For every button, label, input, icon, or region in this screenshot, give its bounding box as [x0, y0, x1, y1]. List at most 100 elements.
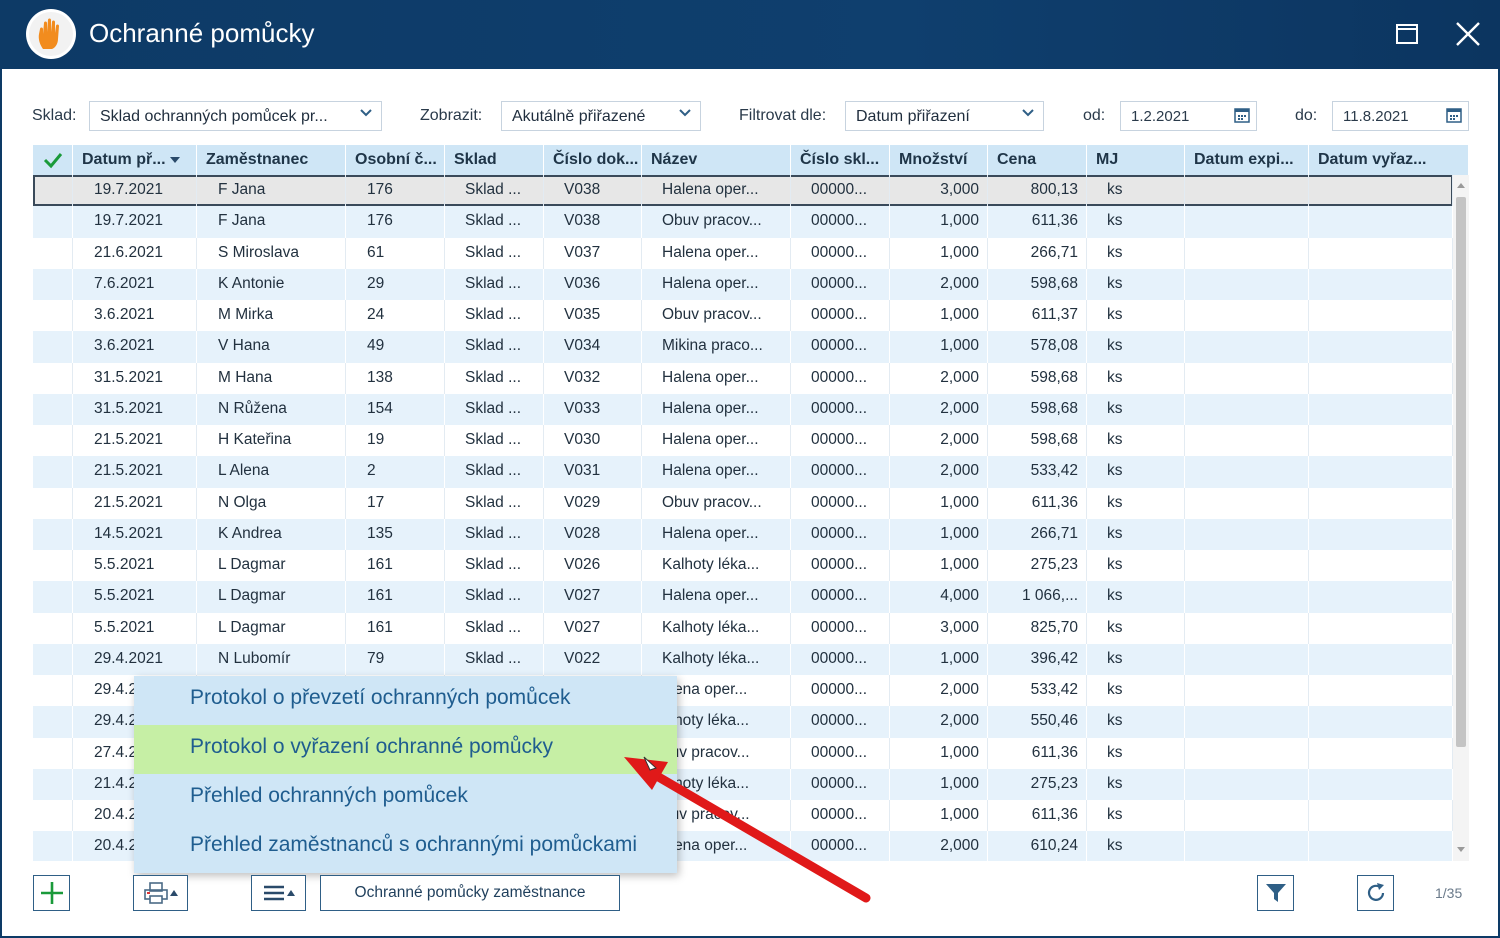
table-cell: [1309, 237, 1453, 269]
sklad-select[interactable]: Sklad ochranných pomůcek pr...: [89, 101, 382, 131]
column-header-cislo-dokladu[interactable]: Číslo dok...: [544, 145, 642, 175]
filtrovat-select[interactable]: Datum přiřazení: [845, 101, 1044, 131]
column-header-mj[interactable]: MJ: [1087, 145, 1185, 175]
more-menu-button[interactable]: [251, 875, 306, 911]
row-selector[interactable]: [33, 831, 73, 861]
close-icon[interactable]: [1452, 18, 1484, 50]
calendar-icon[interactable]: [1234, 107, 1250, 127]
row-selector[interactable]: [33, 518, 73, 550]
table-cell: 61: [346, 237, 445, 269]
table-row[interactable]: 31.5.2021 M Hana 138 Sklad ... V032 Halena op…: [33, 362, 1453, 394]
table-row[interactable]: 3.6.2021 M Mirka 24 Sklad ... V035 Obuv praco…: [33, 300, 1453, 332]
row-selector[interactable]: [33, 706, 73, 738]
table-cell: [1185, 550, 1309, 582]
menu-item-prehled-zamestnancu[interactable]: Přehled zaměstnanců s ochrannými pomůcka…: [134, 823, 677, 872]
scroll-up-icon[interactable]: [1457, 183, 1465, 189]
table-row[interactable]: 29.4.2021 N Lubomír 79 Sklad ... V022 Kalhoty…: [33, 643, 1453, 675]
table-cell: 2,000: [890, 675, 988, 707]
chevron-up-icon: [169, 890, 178, 896]
table-cell: V032: [544, 362, 642, 394]
select-all-check-icon[interactable]: [33, 145, 73, 175]
row-selector[interactable]: [33, 175, 73, 207]
row-selector[interactable]: [33, 237, 73, 269]
table-row[interactable]: 5.5.2021 L Dagmar 161 Sklad ... V027 Kalhoty …: [33, 612, 1453, 644]
table-row[interactable]: 21.6.2021 S Miroslava 61 Sklad ... V037 Halen…: [33, 237, 1453, 269]
row-selector[interactable]: [33, 362, 73, 394]
table-cell: 1,000: [890, 331, 988, 363]
refresh-button[interactable]: [1357, 875, 1394, 911]
table-cell: 21.5.2021: [73, 456, 197, 488]
row-selector[interactable]: [33, 206, 73, 238]
table-row[interactable]: 14.5.2021 K Andrea 135 Sklad ... V028 Halena …: [33, 518, 1453, 550]
od-date-field[interactable]: 1.2.2021: [1120, 101, 1257, 131]
employee-protective-aids-button[interactable]: Ochranné pomůcky zaměstnance: [320, 875, 620, 911]
filter-button[interactable]: [1257, 875, 1294, 911]
print-menu-button[interactable]: [133, 875, 188, 911]
vertical-scrollbar[interactable]: [1453, 175, 1469, 861]
row-selector[interactable]: [33, 487, 73, 519]
row-selector[interactable]: [33, 393, 73, 425]
table-cell: 31.5.2021: [73, 393, 197, 425]
menu-item-protokol-prevzeti[interactable]: Protokol o převzetí ochranných pomůcek: [134, 676, 677, 725]
column-header-osobni-cislo[interactable]: Osobní č...: [346, 145, 445, 175]
scroll-down-icon[interactable]: [1457, 847, 1465, 853]
table-cell: 00000...: [791, 831, 890, 861]
column-header-sklad[interactable]: Sklad: [445, 145, 544, 175]
table-cell: 00000...: [791, 737, 890, 769]
column-header-nazev[interactable]: Název: [642, 145, 791, 175]
table-cell: 00000...: [791, 675, 890, 707]
table-row[interactable]: 5.5.2021 L Dagmar 161 Sklad ... V026 Kalhoty …: [33, 550, 1453, 582]
row-selector[interactable]: [33, 643, 73, 675]
scrollbar-thumb[interactable]: [1456, 197, 1466, 747]
table-cell: F Jana: [197, 206, 346, 238]
table-row[interactable]: 7.6.2021 K Antonie 29 Sklad ... V036 Halena o…: [33, 268, 1453, 300]
window-title: Ochranné pomůcky: [89, 18, 315, 48]
maximize-icon[interactable]: [1391, 18, 1423, 50]
table-row[interactable]: 31.5.2021 N Růžena 154 Sklad ... V033 Halena …: [33, 393, 1453, 425]
zobrazit-select-value: Akutálně přiřazené: [512, 108, 646, 125]
table-cell: [1185, 643, 1309, 675]
table-cell: [1309, 737, 1453, 769]
table-cell: L Alena: [197, 456, 346, 488]
table-cell: ks: [1087, 175, 1185, 207]
row-selector[interactable]: [33, 425, 73, 457]
add-button[interactable]: [33, 875, 70, 911]
column-header-datum-vyrazeni[interactable]: Datum vyřaz...: [1309, 145, 1469, 175]
table-cell: [1185, 175, 1309, 207]
table-row[interactable]: 19.7.2021 F Jana 176 Sklad ... V038 Halena op…: [33, 175, 1453, 207]
column-header-datum-expirace[interactable]: Datum expi...: [1185, 145, 1309, 175]
table-row[interactable]: 21.5.2021 H Kateřina 19 Sklad ... V030 Halena…: [33, 425, 1453, 457]
row-selector[interactable]: [33, 456, 73, 488]
row-selector[interactable]: [33, 550, 73, 582]
row-selector[interactable]: [33, 737, 73, 769]
table-cell: 161: [346, 550, 445, 582]
row-selector[interactable]: [33, 612, 73, 644]
column-header-datum-prirazeni[interactable]: Datum př...: [73, 145, 197, 175]
table-cell: 00000...: [791, 362, 890, 394]
menu-item-protokol-vyrazeni[interactable]: Protokol o vyřazení ochranné pomůcky: [134, 725, 677, 774]
row-selector[interactable]: [33, 675, 73, 707]
table-row[interactable]: 21.5.2021 L Alena 2 Sklad ... V031 Halena ope…: [33, 456, 1453, 488]
column-header-cislo-skladu[interactable]: Číslo skl...: [791, 145, 890, 175]
row-selector[interactable]: [33, 331, 73, 363]
table-row[interactable]: 21.5.2021 N Olga 17 Sklad ... V029 Obuv praco…: [33, 487, 1453, 519]
row-selector[interactable]: [33, 800, 73, 832]
row-selector[interactable]: [33, 268, 73, 300]
row-selector[interactable]: [33, 581, 73, 613]
table-cell: 00000...: [791, 643, 890, 675]
column-header-zamestnanec[interactable]: Zaměstnanec: [197, 145, 346, 175]
column-header-cena[interactable]: Cena: [988, 145, 1087, 175]
table-cell: Sklad ...: [445, 581, 544, 613]
menu-item-prehled-pomucek[interactable]: Přehled ochranných pomůcek: [134, 774, 677, 823]
table-cell: 00000...: [791, 768, 890, 800]
row-selector[interactable]: [33, 768, 73, 800]
column-header-mnozstvi[interactable]: Množství: [890, 145, 988, 175]
table-row[interactable]: 5.5.2021 L Dagmar 161 Sklad ... V027 Halena o…: [33, 581, 1453, 613]
row-selector[interactable]: [33, 300, 73, 332]
do-date-field[interactable]: 11.8.2021: [1332, 101, 1469, 131]
table-row[interactable]: 19.7.2021 F Jana 176 Sklad ... V038 Obuv prac…: [33, 206, 1453, 238]
table-cell: 2,000: [890, 456, 988, 488]
calendar-icon[interactable]: [1446, 107, 1462, 127]
zobrazit-select[interactable]: Akutálně přiřazené: [501, 101, 701, 131]
table-row[interactable]: 3.6.2021 V Hana 49 Sklad ... V034 Mikina prac…: [33, 331, 1453, 363]
